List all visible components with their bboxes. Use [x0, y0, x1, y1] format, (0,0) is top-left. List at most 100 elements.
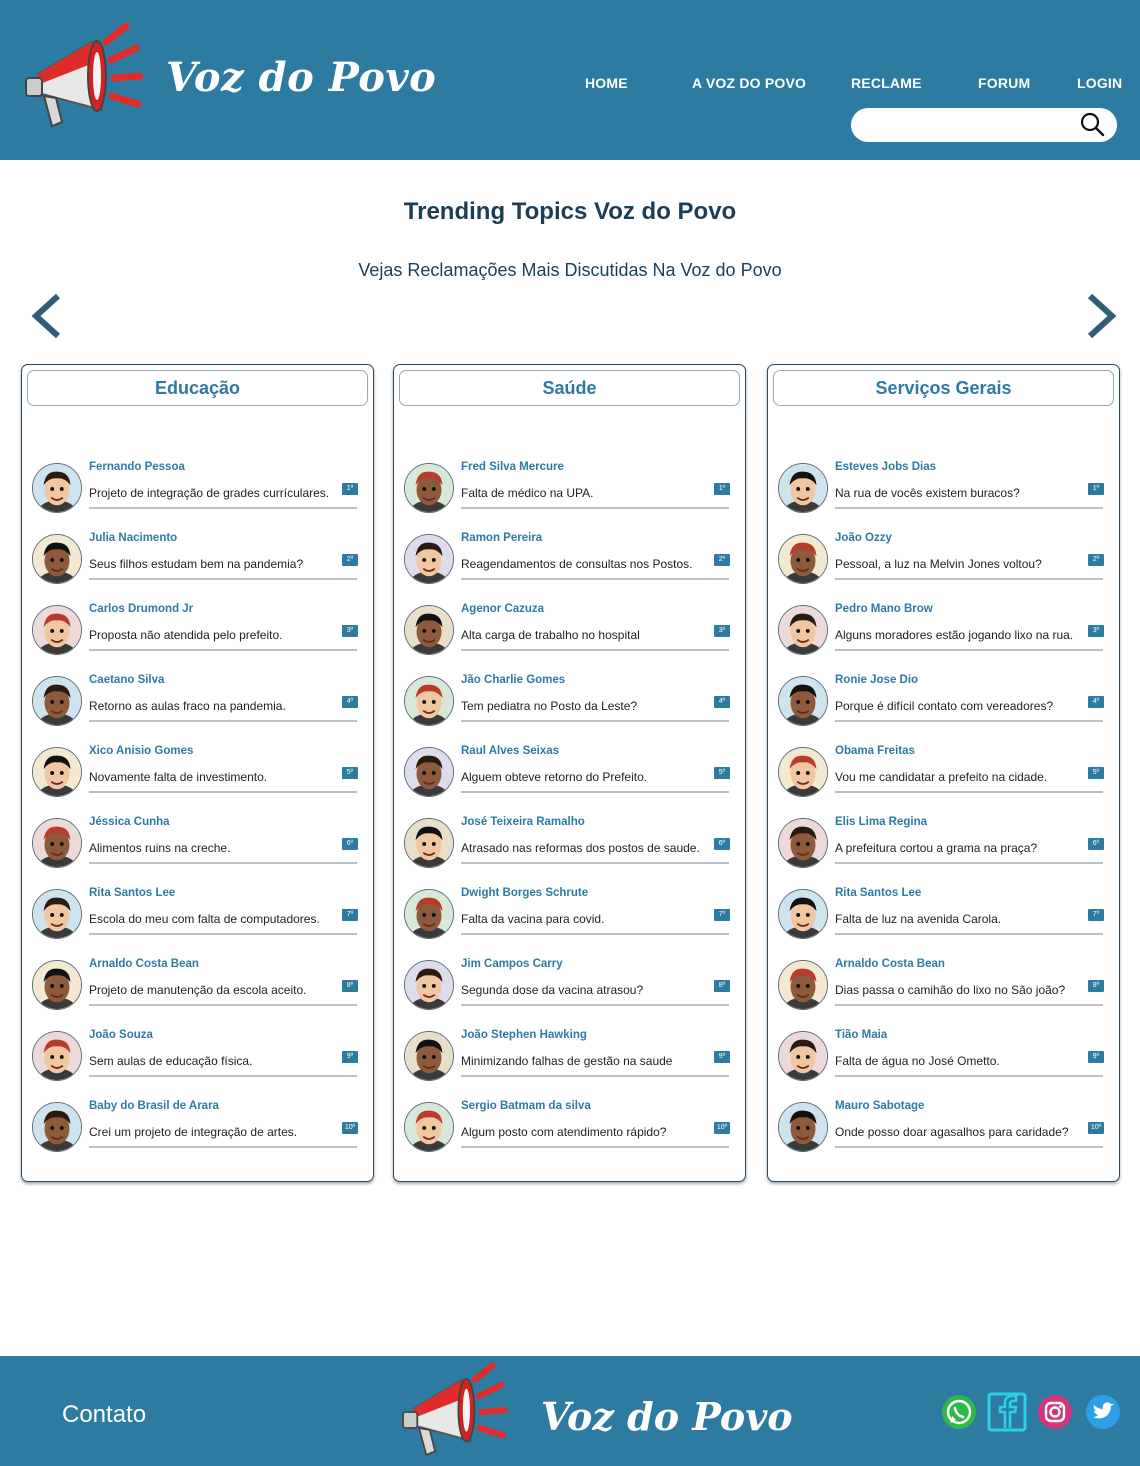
- list-item[interactable]: Pedro Mano Brow Alguns moradores estão jo…: [778, 603, 1104, 659]
- complaint-text[interactable]: Alguem obteve retorno do Prefeito.: [461, 770, 647, 784]
- complaint-text[interactable]: Falta da vacina para covid.: [461, 912, 604, 926]
- complaint-text[interactable]: Algum posto com atendimento rápido?: [461, 1125, 666, 1139]
- list-item[interactable]: Ramon Pereira Reagendamentos de consultas…: [404, 532, 730, 588]
- list-item[interactable]: Xico Anisio Gomes Novamente falta de inve…: [32, 745, 358, 801]
- facebook-icon[interactable]: [987, 1392, 1027, 1432]
- author-name[interactable]: Xico Anisio Gomes: [89, 745, 193, 757]
- complaint-text[interactable]: Sem aulas de educação física.: [89, 1054, 252, 1068]
- list-item[interactable]: João Ozzy Pessoal, a luz na Melvin Jones …: [778, 532, 1104, 588]
- nav-forum[interactable]: FORUM: [978, 75, 1030, 91]
- complaint-text[interactable]: Minimizando falhas de gestão na saude: [461, 1054, 672, 1068]
- chevron-left-icon[interactable]: [28, 292, 64, 340]
- list-item[interactable]: Caetano Silva Retorno as aulas fraco na p…: [32, 674, 358, 730]
- nav-login[interactable]: LOGIN: [1077, 75, 1122, 91]
- search-icon[interactable]: [1078, 110, 1106, 138]
- author-name[interactable]: Raul Alves Seixas: [461, 745, 559, 757]
- chevron-right-icon[interactable]: [1084, 292, 1120, 340]
- author-name[interactable]: Fernando Pessoa: [89, 461, 185, 473]
- author-name[interactable]: Rita Santos Lee: [835, 887, 921, 899]
- author-name[interactable]: Caetano Silva: [89, 674, 164, 686]
- author-name[interactable]: João Souza: [89, 1029, 153, 1041]
- list-item[interactable]: João Souza Sem aulas de educação física. 9…: [32, 1029, 358, 1085]
- list-item[interactable]: Mauro Sabotage Onde posso doar agasalhos …: [778, 1100, 1104, 1156]
- list-item[interactable]: Elis Lima Regina A prefeitura cortou a gr…: [778, 816, 1104, 872]
- complaint-text[interactable]: Onde posso doar agasalhos para caridade?: [835, 1125, 1069, 1139]
- author-name[interactable]: Dwight Borges Schrute: [461, 887, 588, 899]
- complaint-text[interactable]: Vou me candidatar a prefeito na cidade.: [835, 770, 1047, 784]
- author-name[interactable]: Julia Nacimento: [89, 532, 177, 544]
- complaint-text[interactable]: Seus filhos estudam bem na pandemia?: [89, 557, 303, 571]
- complaint-text[interactable]: Retorno as aulas fraco na pandemia.: [89, 699, 286, 713]
- complaint-text[interactable]: Dias passa o camihão do lixo no São joão…: [835, 983, 1065, 997]
- author-name[interactable]: Rita Santos Lee: [89, 887, 175, 899]
- author-name[interactable]: João Ozzy: [835, 532, 892, 544]
- author-name[interactable]: Elis Lima Regina: [835, 816, 927, 828]
- list-item[interactable]: João Stephen Hawking Minimizando falhas …: [404, 1029, 730, 1085]
- complaint-text[interactable]: Pessoal, a luz na Melvin Jones voltou?: [835, 557, 1042, 571]
- author-name[interactable]: Baby do Brasil de Arara: [89, 1100, 219, 1112]
- complaint-text[interactable]: Alguns moradores estão jogando lixo na r…: [835, 628, 1073, 642]
- author-name[interactable]: Carlos Drumond Jr: [89, 603, 193, 615]
- list-item[interactable]: Arnaldo Costa Bean Dias passa o camihão d…: [778, 958, 1104, 1014]
- author-name[interactable]: Agenor Cazuza: [461, 603, 544, 615]
- list-item[interactable]: Jéssica Cunha Alimentos ruins na creche. 6…: [32, 816, 358, 872]
- list-item[interactable]: Ronie Jose Dio Porque é difícil contato c…: [778, 674, 1104, 730]
- complaint-text[interactable]: A prefeitura cortou a grama na praça?: [835, 841, 1037, 855]
- twitter-icon[interactable]: [1085, 1394, 1121, 1430]
- author-name[interactable]: Obama Freitas: [835, 745, 915, 757]
- nav-a-voz-do-povo[interactable]: A VOZ DO POVO: [692, 75, 806, 91]
- author-name[interactable]: Arnaldo Costa Bean: [89, 958, 199, 970]
- list-item[interactable]: José Teixeira Ramalho Atrasado nas reform…: [404, 816, 730, 872]
- author-name[interactable]: Esteves Jobs Dias: [835, 461, 936, 473]
- list-item[interactable]: Carlos Drumond Jr Proposta não atendida p…: [32, 603, 358, 659]
- contact-link[interactable]: Contato: [62, 1401, 146, 1429]
- author-name[interactable]: José Teixeira Ramalho: [461, 816, 585, 828]
- search-input[interactable]: [867, 114, 1067, 136]
- complaint-text[interactable]: Alimentos ruins na creche.: [89, 841, 230, 855]
- list-item[interactable]: Arnaldo Costa Bean Projeto de manutenção …: [32, 958, 358, 1014]
- complaint-text[interactable]: Projeto de manutenção da escola aceito.: [89, 983, 306, 997]
- author-name[interactable]: Ronie Jose Dio: [835, 674, 918, 686]
- list-item[interactable]: Tião Maia Falta de água no José Ometto. 9º: [778, 1029, 1104, 1085]
- author-name[interactable]: Tião Maia: [835, 1029, 887, 1041]
- brand-logo-text[interactable]: Voz do Povo: [166, 54, 436, 101]
- list-item[interactable]: Dwight Borges Schrute Falta da vacina par…: [404, 887, 730, 943]
- complaint-text[interactable]: Porque é difícil contato com vereadores?: [835, 699, 1053, 713]
- complaint-text[interactable]: Falta de médico na UPA.: [461, 486, 594, 500]
- author-name[interactable]: Arnaldo Costa Bean: [835, 958, 945, 970]
- list-item[interactable]: Raul Alves Seixas Alguem obteve retorno d…: [404, 745, 730, 801]
- list-item[interactable]: Esteves Jobs Dias Na rua de vocês existem…: [778, 461, 1104, 517]
- instagram-icon[interactable]: [1037, 1394, 1073, 1430]
- list-item[interactable]: Agenor Cazuza Alta carga de trabalho no h…: [404, 603, 730, 659]
- list-item[interactable]: Jão Charlie Gomes Tem pediatra no Posto d…: [404, 674, 730, 730]
- complaint-text[interactable]: Falta de luz na avenida Carola.: [835, 912, 1001, 926]
- author-name[interactable]: Ramon Pereira: [461, 532, 542, 544]
- complaint-text[interactable]: Falta de água no José Ometto.: [835, 1054, 1000, 1068]
- complaint-text[interactable]: Alta carga de trabalho no hospital: [461, 628, 640, 642]
- complaint-text[interactable]: Tem pediatra no Posto da Leste?: [461, 699, 637, 713]
- author-name[interactable]: Sergio Batmam da silva: [461, 1100, 591, 1112]
- nav-reclame[interactable]: RECLAME: [851, 75, 922, 91]
- complaint-text[interactable]: Segunda dose da vacina atrasou?: [461, 983, 643, 997]
- whatsapp-icon[interactable]: [941, 1394, 977, 1430]
- nav-home[interactable]: HOME: [585, 75, 628, 91]
- author-name[interactable]: Fred Silva Mercure: [461, 461, 564, 473]
- complaint-text[interactable]: Na rua de vocês existem buracos?: [835, 486, 1020, 500]
- author-name[interactable]: Jéssica Cunha: [89, 816, 170, 828]
- author-name[interactable]: Mauro Sabotage: [835, 1100, 924, 1112]
- list-item[interactable]: Fernando Pessoa Projeto de integração de …: [32, 461, 358, 517]
- complaint-text[interactable]: Crei um projeto de integração de artes.: [89, 1125, 297, 1139]
- list-item[interactable]: Sergio Batmam da silva Algum posto com at…: [404, 1100, 730, 1156]
- list-item[interactable]: Jim Campos Carry Segunda dose da vacina a…: [404, 958, 730, 1014]
- list-item[interactable]: Rita Santos Lee Falta de luz na avenida C…: [778, 887, 1104, 943]
- list-item[interactable]: Obama Freitas Vou me candidatar a prefeit…: [778, 745, 1104, 801]
- complaint-text[interactable]: Proposta não atendida pelo prefeito.: [89, 628, 282, 642]
- topic-card-title[interactable]: Saúde: [399, 370, 740, 406]
- topic-card-title[interactable]: Educação: [27, 370, 368, 406]
- topic-card-title[interactable]: Serviços Gerais: [773, 370, 1114, 406]
- complaint-text[interactable]: Novamente falta de investimento.: [89, 770, 267, 784]
- complaint-text[interactable]: Atrasado nas reformas dos postos de saud…: [461, 841, 700, 855]
- complaint-text[interactable]: Reagendamentos de consultas nos Postos.: [461, 557, 692, 571]
- author-name[interactable]: João Stephen Hawking: [461, 1029, 587, 1041]
- complaint-text[interactable]: Escola do meu com falta de computadores.: [89, 912, 320, 926]
